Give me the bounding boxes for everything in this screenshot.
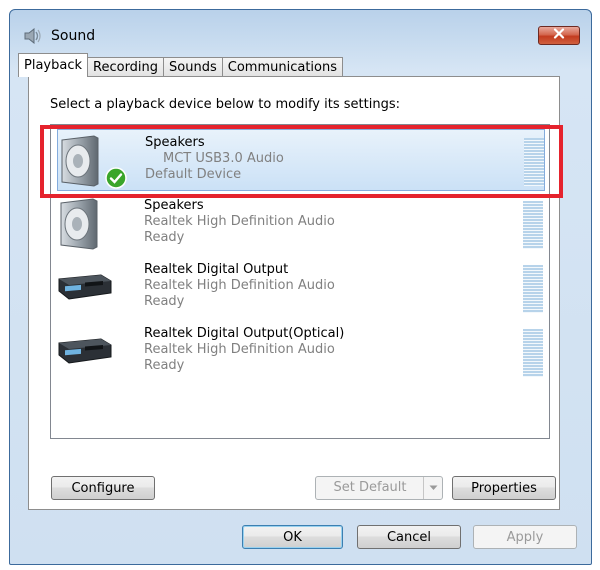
configure-button[interactable]: Configure	[51, 476, 155, 500]
device-description: Realtek High Definition Audio	[144, 214, 335, 229]
device-name: Realtek Digital Output(Optical)	[144, 326, 345, 341]
chevron-down-icon[interactable]	[423, 477, 442, 499]
close-button[interactable]	[538, 26, 580, 45]
ok-button[interactable]: OK	[242, 525, 343, 549]
volume-level-meter	[523, 329, 543, 377]
device-item-speakers-realtek[interactable]: Speakers Realtek High Definition Audio R…	[57, 193, 545, 255]
device-status: Ready	[144, 294, 185, 309]
device-description: Realtek High Definition Audio	[144, 278, 335, 293]
digital-output-icon	[57, 325, 113, 379]
tab-sounds[interactable]: Sounds	[163, 57, 223, 77]
device-description: Realtek High Definition Audio	[144, 342, 335, 357]
window-title: Sound	[51, 28, 96, 44]
device-item-digital-output-optical[interactable]: Realtek Digital Output(Optical) Realtek …	[57, 321, 545, 383]
digital-output-icon	[57, 261, 113, 315]
device-item-digital-output[interactable]: Realtek Digital Output Realtek High Defi…	[57, 257, 545, 319]
tab-communications[interactable]: Communications	[221, 57, 344, 77]
set-default-label: Set Default	[333, 480, 407, 495]
title-bar[interactable]: Sound	[10, 10, 591, 48]
close-icon	[553, 28, 565, 43]
device-status: Ready	[144, 230, 185, 245]
volume-level-meter	[523, 265, 543, 313]
properties-button[interactable]: Properties	[452, 476, 556, 500]
selection-highlight-box	[40, 125, 563, 198]
cancel-button[interactable]: Cancel	[357, 525, 461, 549]
device-status: Ready	[144, 358, 185, 373]
speaker-icon	[24, 27, 42, 45]
volume-level-meter	[523, 201, 543, 249]
device-name: Speakers	[144, 198, 204, 213]
set-default-button[interactable]: Set Default	[315, 476, 443, 500]
apply-button[interactable]: Apply	[473, 525, 577, 549]
device-name: Realtek Digital Output	[144, 262, 289, 277]
speaker-icon	[57, 197, 113, 251]
instruction-text: Select a playback device below to modify…	[50, 97, 400, 112]
tab-playback[interactable]: Playback	[18, 53, 89, 77]
tab-strip: Playback Recording Sounds Communications	[18, 53, 344, 77]
tab-recording[interactable]: Recording	[87, 57, 165, 77]
